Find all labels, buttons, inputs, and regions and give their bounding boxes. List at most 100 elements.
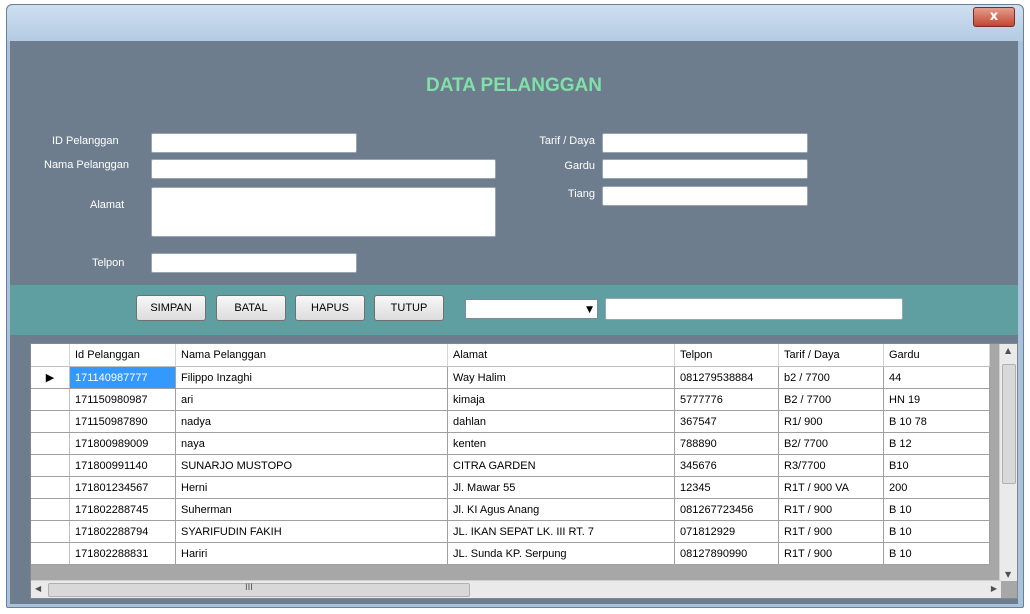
cell-nama[interactable]: Filippo Inzaghi	[175, 366, 448, 389]
simpan-button[interactable]: SIMPAN	[136, 295, 206, 321]
cell-telpon[interactable]: 345676	[674, 454, 779, 477]
cell-nama[interactable]: naya	[175, 432, 448, 455]
cell-alamat[interactable]: Jl. KI Agus Anang	[447, 498, 675, 521]
cell-nama[interactable]: ari	[175, 388, 448, 411]
cell-id[interactable]: 171802288745	[69, 498, 176, 521]
table-row[interactable]: 171802288831 Hariri JL. Sunda KP. Serpun…	[31, 542, 990, 565]
cell-tarif[interactable]: R1T / 900	[778, 520, 884, 543]
scroll-down-arrow-icon[interactable]: ▼	[1005, 570, 1011, 579]
cell-gardu[interactable]: 44	[883, 366, 990, 389]
scroll-left-arrow-icon[interactable]: ◀	[35, 584, 41, 593]
cell-nama[interactable]: SYARIFUDIN FAKIH	[175, 520, 448, 543]
vertical-scroll-thumb[interactable]	[1002, 364, 1016, 484]
hapus-button[interactable]: HAPUS	[295, 295, 365, 321]
tiang-input[interactable]	[602, 186, 808, 206]
cell-nama[interactable]: SUNARJO MUSTOPO	[175, 454, 448, 477]
cell-tarif[interactable]: B2/ 7700	[778, 432, 884, 455]
cell-alamat[interactable]: CITRA GARDEN	[447, 454, 675, 477]
cell-tarif[interactable]: b2 / 7700	[778, 366, 884, 389]
column-header-alamat[interactable]: Alamat	[447, 344, 675, 367]
cell-gardu[interactable]: B 10	[883, 520, 990, 543]
cell-alamat[interactable]: JL. IKAN SEPAT LK. III RT. 7	[447, 520, 675, 543]
search-field-dropdown[interactable]: ▼	[465, 299, 598, 319]
table-row[interactable]: 171800991140 SUNARJO MUSTOPO CITRA GARDE…	[31, 454, 990, 477]
cell-tarif[interactable]: R1T / 900	[778, 542, 884, 565]
tutup-button[interactable]: TUTUP	[374, 295, 444, 321]
nama-pelanggan-input[interactable]	[151, 159, 496, 179]
cell-gardu[interactable]: 200	[883, 476, 990, 499]
table-row[interactable]: 171801234567 Herni Jl. Mawar 55 12345 R1…	[31, 476, 990, 499]
column-header-nama[interactable]: Nama Pelanggan	[175, 344, 448, 367]
cell-telpon[interactable]: 367547	[674, 410, 779, 433]
search-input[interactable]	[605, 298, 903, 320]
data-grid[interactable]: Id Pelanggan Nama Pelanggan Alamat Telpo…	[30, 343, 1018, 599]
cell-alamat[interactable]: kenten	[447, 432, 675, 455]
cell-gardu[interactable]: B 10	[883, 498, 990, 521]
cell-alamat[interactable]: dahlan	[447, 410, 675, 433]
cell-tarif[interactable]: B2 / 7700	[778, 388, 884, 411]
cell-id[interactable]: 171800989009	[69, 432, 176, 455]
cell-tarif[interactable]: R3/7700	[778, 454, 884, 477]
row-header[interactable]	[31, 520, 70, 543]
cell-nama[interactable]: Suherman	[175, 498, 448, 521]
scroll-up-arrow-icon[interactable]: ▲	[1005, 346, 1011, 355]
cell-alamat[interactable]: JL. Sunda KP. Serpung	[447, 542, 675, 565]
cell-id[interactable]: 171140987777	[69, 366, 176, 389]
table-row[interactable]: 171800989009 naya kenten 788890 B2/ 7700…	[31, 432, 990, 455]
cell-telpon[interactable]: 5777776	[674, 388, 779, 411]
cell-gardu[interactable]: B 10 78	[883, 410, 990, 433]
cell-id[interactable]: 171800991140	[69, 454, 176, 477]
row-header[interactable]	[31, 454, 70, 477]
cell-telpon[interactable]: 081279538884	[674, 366, 779, 389]
column-header-tarif[interactable]: Tarif / Daya	[778, 344, 884, 367]
table-row[interactable]: 171150980987 ari kimaja 5777776 B2 / 770…	[31, 388, 990, 411]
cell-telpon[interactable]: 12345	[674, 476, 779, 499]
column-header-gardu[interactable]: Gardu	[883, 344, 990, 367]
cell-id[interactable]: 171801234567	[69, 476, 176, 499]
column-header-id[interactable]: Id Pelanggan	[69, 344, 176, 367]
row-header[interactable]	[31, 388, 70, 411]
cell-telpon[interactable]: 081267723456	[674, 498, 779, 521]
cell-id[interactable]: 171150987890	[69, 410, 176, 433]
cell-tarif[interactable]: R1/ 900	[778, 410, 884, 433]
table-row[interactable]: 171802288794 SYARIFUDIN FAKIH JL. IKAN S…	[31, 520, 990, 543]
cell-alamat[interactable]: Jl. Mawar 55	[447, 476, 675, 499]
row-header[interactable]	[31, 542, 70, 565]
cell-id[interactable]: 171802288831	[69, 542, 176, 565]
cell-gardu[interactable]: B 10	[883, 542, 990, 565]
tarif-daya-input[interactable]	[602, 133, 808, 153]
cell-nama[interactable]: Hariri	[175, 542, 448, 565]
cell-telpon[interactable]: 08127890990	[674, 542, 779, 565]
table-row[interactable]: 171802288745 Suherman Jl. KI Agus Anang …	[31, 498, 990, 521]
cell-telpon[interactable]: 788890	[674, 432, 779, 455]
batal-button[interactable]: BATAL	[216, 295, 286, 321]
cell-alamat[interactable]: Way Halim	[447, 366, 675, 389]
cell-gardu[interactable]: HN 19	[883, 388, 990, 411]
telpon-input[interactable]	[151, 253, 357, 273]
cell-id[interactable]: 171150980987	[69, 388, 176, 411]
vertical-scrollbar[interactable]: ▲ ▼	[999, 344, 1017, 581]
cell-gardu[interactable]: B 12	[883, 432, 990, 455]
cell-gardu[interactable]: B10	[883, 454, 990, 477]
cell-telpon[interactable]: 071812929	[674, 520, 779, 543]
close-button[interactable]: x	[973, 7, 1015, 27]
cell-nama[interactable]: nadya	[175, 410, 448, 433]
cell-id[interactable]: 171802288794	[69, 520, 176, 543]
row-header[interactable]	[31, 432, 70, 455]
alamat-textarea[interactable]	[151, 187, 496, 237]
cell-tarif[interactable]: R1T / 900	[778, 498, 884, 521]
id-pelanggan-input[interactable]	[151, 133, 357, 153]
cell-tarif[interactable]: R1T / 900 VA	[778, 476, 884, 499]
row-header[interactable]	[31, 498, 70, 521]
table-row[interactable]: ▶ 171140987777 Filippo Inzaghi Way Halim…	[31, 366, 990, 389]
cell-nama[interactable]: Herni	[175, 476, 448, 499]
gardu-input[interactable]	[602, 159, 808, 179]
column-header-telpon[interactable]: Telpon	[674, 344, 779, 367]
title-bar[interactable]: x	[7, 5, 1023, 41]
horizontal-scroll-thumb[interactable]: III	[48, 583, 470, 597]
horizontal-scrollbar[interactable]: ◀ III ▶	[31, 580, 1001, 598]
table-row[interactable]: 171150987890 nadya dahlan 367547 R1/ 900…	[31, 410, 990, 433]
cell-alamat[interactable]: kimaja	[447, 388, 675, 411]
scroll-right-arrow-icon[interactable]: ▶	[991, 584, 997, 593]
row-header[interactable]	[31, 410, 70, 433]
